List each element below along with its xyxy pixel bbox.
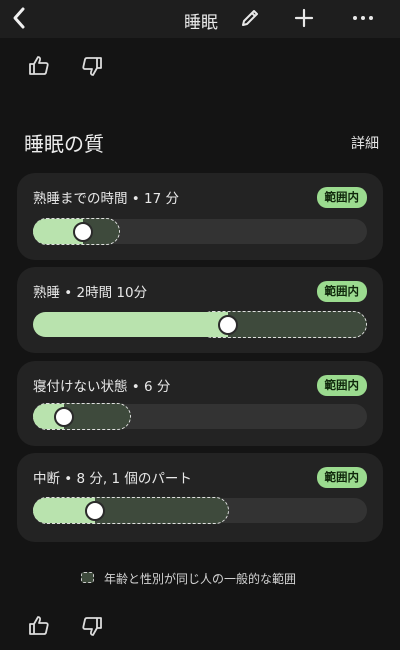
sleep-quality-heading: 睡眠の質	[24, 132, 104, 156]
metric-card-restless: 寝付けない状態 • 6 分 範囲内	[17, 361, 383, 446]
metric-card-deep-sleep: 熟睡 • 2時間 10分 範囲内	[17, 267, 383, 353]
legend-text: 年齢と性別が同じ人の一般的な範囲	[104, 572, 297, 586]
status-badge: 範囲内	[316, 281, 367, 302]
status-badge: 範囲内	[316, 187, 367, 208]
chevron-left-icon[interactable]	[8, 4, 32, 32]
pencil-icon[interactable]	[236, 4, 264, 32]
plus-icon[interactable]	[290, 4, 318, 32]
thumbs-up-icon[interactable]	[27, 54, 51, 78]
metric-card-interruptions: 中断 • 8 分, 1 個のパート 範囲内	[17, 453, 383, 542]
metric-label: 熟睡 • 2時間 10分	[33, 285, 148, 301]
thumbs-down-icon[interactable]	[80, 614, 104, 638]
status-badge: 範囲内	[316, 467, 367, 488]
status-badge: 範囲内	[316, 375, 367, 396]
top-app-bar: 睡眠	[0, 0, 400, 38]
metric-card-time-to-deep-sleep: 熟睡までの時間 • 17 分 範囲内	[17, 173, 383, 260]
metric-track	[33, 218, 367, 245]
metric-track	[33, 311, 367, 338]
metric-label: 中断 • 8 分, 1 個のパート	[33, 471, 192, 487]
legend-swatch	[81, 572, 94, 583]
metric-label: 寝付けない状態 • 6 分	[33, 379, 171, 395]
metric-label: 熟睡までの時間 • 17 分	[33, 191, 180, 207]
metric-marker	[218, 314, 238, 335]
metric-fill	[33, 312, 228, 337]
metric-track	[33, 403, 367, 430]
metric-marker	[73, 221, 93, 242]
metric-marker	[85, 500, 105, 521]
thumbs-up-icon[interactable]	[27, 614, 51, 638]
metric-marker	[54, 406, 74, 427]
page-title: 睡眠	[184, 13, 218, 33]
details-link[interactable]: 詳細	[351, 133, 379, 153]
more-horizontal-icon[interactable]	[349, 4, 377, 32]
thumbs-down-icon[interactable]	[80, 54, 104, 78]
metric-track	[33, 497, 367, 524]
